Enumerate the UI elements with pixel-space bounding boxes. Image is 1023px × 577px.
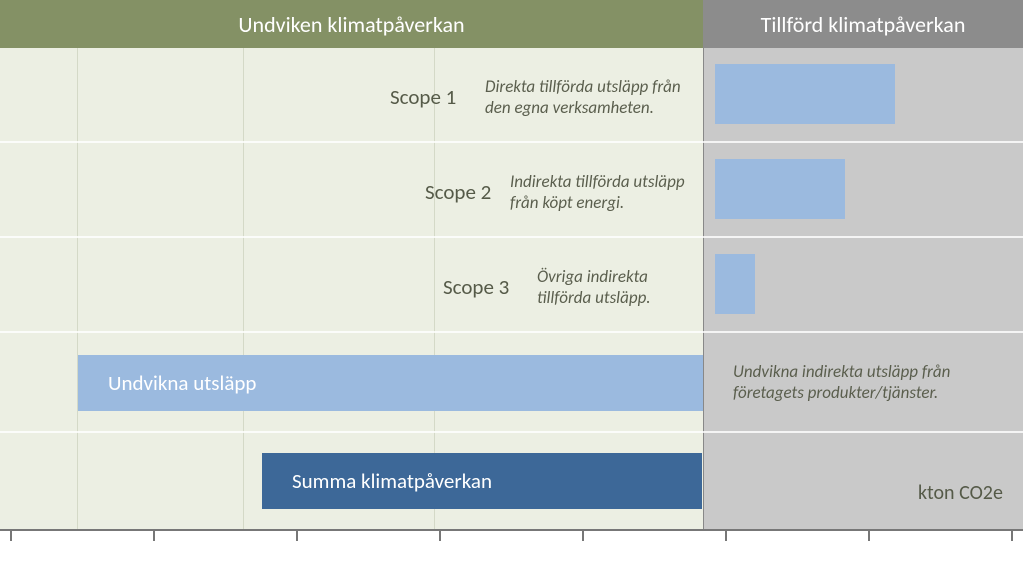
x-tick <box>439 531 441 541</box>
x-tick <box>296 531 298 541</box>
row-scope-1: Scope 1 Direkta tillförda utsläpp från d… <box>0 48 1023 143</box>
unit-label: kton CO2e <box>918 481 1003 505</box>
x-tick <box>725 531 727 541</box>
scope-3-label: Scope 3 <box>443 274 509 300</box>
x-tick <box>10 531 12 541</box>
row-scope-3: Scope 3 Övriga indirekta tillförda utslä… <box>0 238 1023 333</box>
scope-2-label: Scope 2 <box>425 179 491 205</box>
bar-total: Summa klimatpåverkan <box>262 453 702 509</box>
row-total: Summa klimatpåverkan kton CO2e <box>0 433 1023 529</box>
climate-impact-chart: Undviken klimatpåverkan Tillförd klimatp… <box>0 0 1023 577</box>
plot-area: Scope 1 Direkta tillförda utsläpp från d… <box>0 48 1023 577</box>
bar-total-label: Summa klimatpåverkan <box>262 468 492 494</box>
scope-2-desc: Indirekta tillförda utsläpp från köpt en… <box>510 171 685 214</box>
scope-1-desc: Direkta tillförda utsläpp från den egna … <box>485 76 681 119</box>
header-added: Tillförd klimatpåverkan <box>703 0 1023 48</box>
header-avoided: Undviken klimatpåverkan <box>0 0 703 48</box>
x-tick <box>868 531 870 541</box>
bar-avoided-label: Undvikna utsläpp <box>78 370 256 396</box>
row-scope-2: Scope 2 Indirekta tillförda utsläpp från… <box>0 143 1023 238</box>
bar-avoided: Undvikna utsläpp <box>78 355 703 411</box>
header-avoided-label: Undviken klimatpåverkan <box>238 11 464 38</box>
x-tick <box>582 531 584 541</box>
bar-scope-2 <box>715 159 845 219</box>
x-axis <box>0 529 1023 577</box>
header-added-label: Tillförd klimatpåverkan <box>761 11 966 38</box>
row-avoided: Undvikna utsläpp Undvikna indirekta utsl… <box>0 333 1023 433</box>
x-tick <box>1011 531 1013 541</box>
bar-scope-1 <box>715 64 895 124</box>
avoided-desc: Undvikna indirekta utsläpp från företage… <box>733 361 950 404</box>
bar-scope-3 <box>715 254 755 314</box>
scope-1-label: Scope 1 <box>390 84 456 110</box>
scope-3-desc: Övriga indirekta tillförda utsläpp. <box>537 266 651 309</box>
x-tick <box>153 531 155 541</box>
